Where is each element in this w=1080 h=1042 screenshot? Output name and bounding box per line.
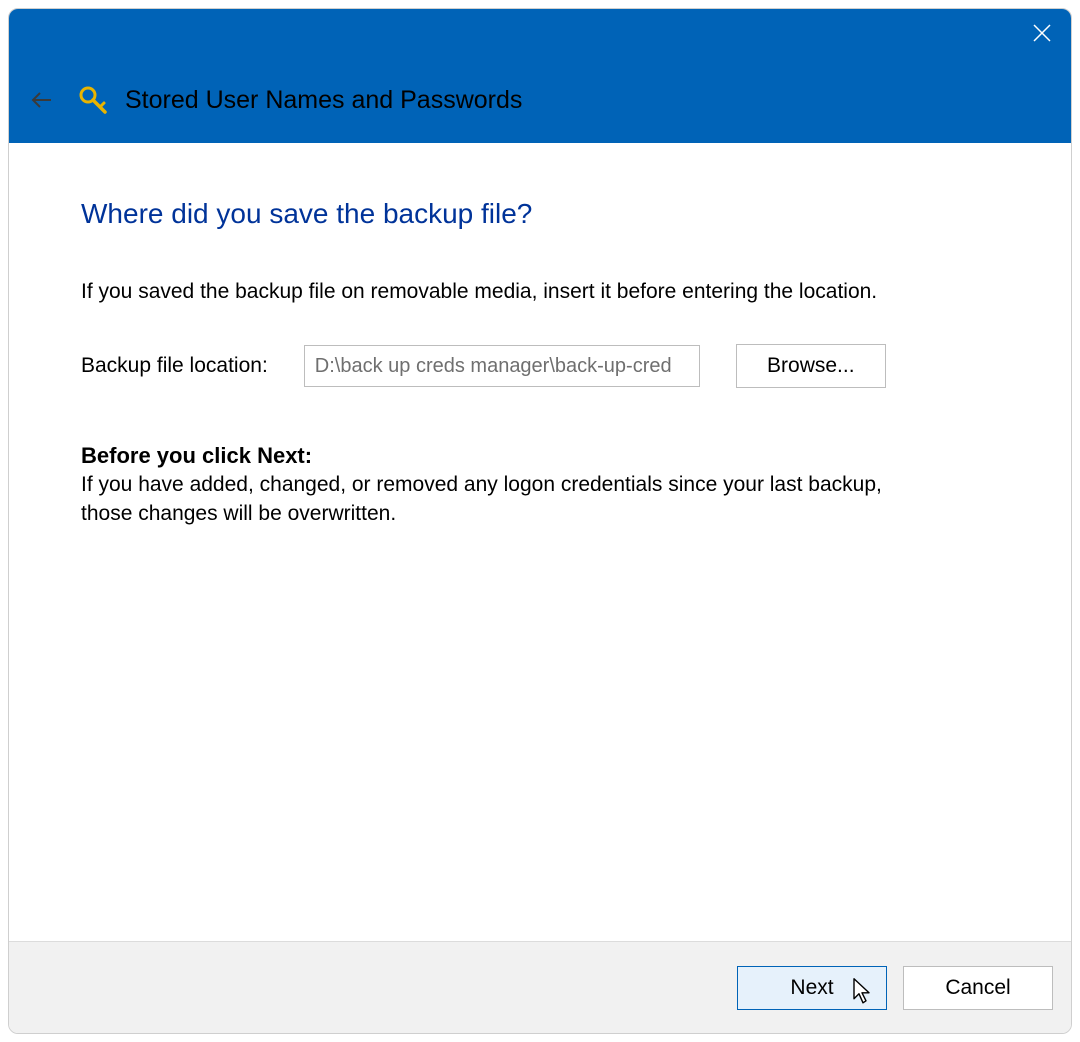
note-heading: Before you click Next: xyxy=(81,443,999,469)
key-icon xyxy=(79,86,107,114)
file-location-input[interactable] xyxy=(304,345,700,387)
close-button[interactable] xyxy=(1013,9,1071,57)
dialog-window: Stored User Names and Passwords Where di… xyxy=(8,8,1072,1034)
header-title: Stored User Names and Passwords xyxy=(125,86,522,115)
page-heading: Where did you save the backup file? xyxy=(81,198,999,230)
titlebar xyxy=(9,9,1071,57)
file-location-label: Backup file location: xyxy=(81,354,268,378)
intro-text: If you saved the backup file on removabl… xyxy=(81,278,901,306)
next-button[interactable]: Next xyxy=(737,966,887,1010)
file-location-row: Backup file location: Browse... xyxy=(81,344,999,388)
header-bar: Stored User Names and Passwords xyxy=(9,57,1071,143)
back-button[interactable] xyxy=(25,84,57,116)
next-button-label: Next xyxy=(790,976,833,999)
note-text: If you have added, changed, or removed a… xyxy=(81,471,911,528)
cursor-icon xyxy=(852,976,874,1004)
cancel-button[interactable]: Cancel xyxy=(903,966,1053,1010)
arrow-left-icon xyxy=(29,88,53,112)
footer-bar: Next Cancel xyxy=(9,941,1071,1033)
browse-button[interactable]: Browse... xyxy=(736,344,886,388)
close-icon xyxy=(1033,24,1051,42)
content-area: Where did you save the backup file? If y… xyxy=(9,143,1071,941)
